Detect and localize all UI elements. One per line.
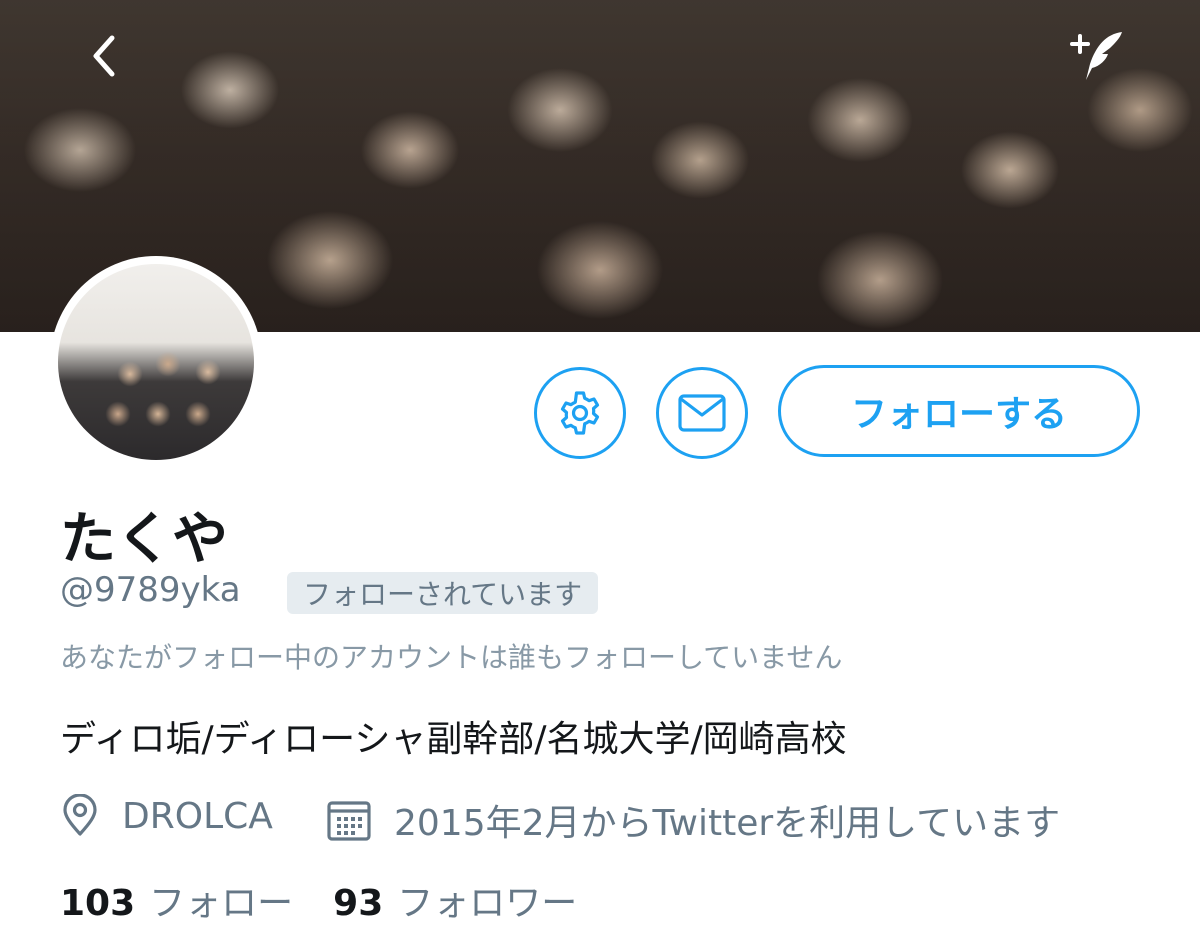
- follows-you-label: フォローされています: [303, 578, 583, 611]
- followers-label: フォロワー: [397, 883, 578, 924]
- direct-message-button[interactable]: [656, 367, 748, 459]
- avatar-photo: [58, 264, 254, 460]
- follow-button-label: フォローする: [850, 394, 1067, 435]
- calendar-icon: [327, 801, 371, 841]
- chevron-left-icon: [93, 35, 115, 77]
- join-date-text: 2015年2月からTwitterを利用しています: [394, 803, 1061, 844]
- user-handle: @9789yka: [60, 570, 241, 610]
- location-text: DROLCA: [122, 795, 273, 837]
- profile-location: DROLCA: [60, 794, 273, 838]
- following-count: 103: [60, 883, 136, 924]
- follows-you-badge: フォローされています: [287, 572, 599, 614]
- mutual-followers-note: あなたがフォロー中のアカウントは誰もフォローしていません: [60, 641, 843, 674]
- compose-tweet-button[interactable]: [1066, 24, 1130, 88]
- follow-stats: 103 フォロー 93 フォロワー: [60, 874, 617, 926]
- avatar[interactable]: [50, 256, 262, 468]
- following-label: フォロー: [149, 883, 294, 924]
- compose-tweet-icon: [1070, 32, 1122, 80]
- gear-icon: [560, 391, 600, 435]
- profile-bio: ディロ垢/ディローシャ副幹部/名城大学/岡崎高校: [60, 719, 847, 760]
- location-pin-icon: [63, 794, 97, 836]
- followers-stat[interactable]: 93 フォロワー: [333, 874, 577, 926]
- followers-count: 93: [333, 883, 384, 924]
- display-name: たくや: [60, 507, 228, 572]
- following-stat[interactable]: 103 フォロー: [60, 874, 293, 926]
- follow-button[interactable]: フォローする: [778, 365, 1140, 457]
- settings-button[interactable]: [534, 367, 626, 459]
- back-button[interactable]: [72, 24, 136, 88]
- envelope-icon: [678, 394, 726, 432]
- profile-join-date: 2015年2月からTwitterを利用しています: [326, 794, 1060, 846]
